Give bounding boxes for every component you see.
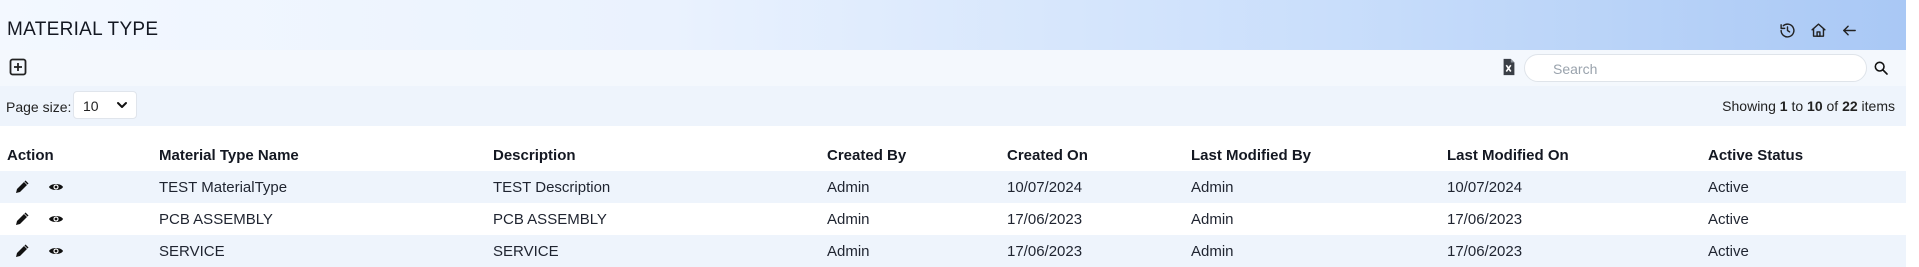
cell-last-modified-by: Admin bbox=[1191, 243, 1234, 260]
view-icon[interactable] bbox=[48, 243, 66, 261]
cell-last-modified-by: Admin bbox=[1191, 211, 1234, 228]
cell-created-on: 17/06/2023 bbox=[1007, 243, 1083, 260]
showing-prefix: Showing bbox=[1722, 98, 1776, 114]
cell-description: PCB ASSEMBLY bbox=[493, 211, 607, 228]
cell-material-type-name: SERVICE bbox=[159, 243, 225, 260]
add-new-icon[interactable] bbox=[9, 58, 27, 76]
page-header: MATERIAL TYPE bbox=[0, 0, 1906, 50]
cell-last-modified-on: 17/06/2023 bbox=[1447, 211, 1523, 228]
table-row: PCB ASSEMBLY PCB ASSEMBLY Admin 17/06/20… bbox=[0, 203, 1906, 235]
pager-bar: Page size: 10 Showing 1 to 10 of 22 item… bbox=[0, 86, 1906, 126]
page-size-value: 10 bbox=[83, 98, 99, 114]
cell-created-on: 10/07/2024 bbox=[1007, 179, 1083, 196]
search-input[interactable] bbox=[1551, 55, 1855, 83]
col-header-action: Action bbox=[7, 147, 54, 164]
cell-created-by: Admin bbox=[827, 179, 870, 196]
cell-active-status: Active bbox=[1708, 243, 1749, 260]
cell-last-modified-by: Admin bbox=[1191, 179, 1234, 196]
material-type-table: Action Material Type Name Description Cr… bbox=[0, 139, 1906, 267]
cell-description: TEST Description bbox=[493, 179, 611, 196]
table-row: SERVICE SERVICE Admin 17/06/2023 Admin 1… bbox=[0, 235, 1906, 267]
cell-description: SERVICE bbox=[493, 243, 559, 260]
cell-material-type-name: PCB ASSEMBLY bbox=[159, 211, 273, 228]
search-field bbox=[1524, 54, 1867, 83]
view-icon[interactable] bbox=[48, 179, 66, 197]
col-header-last-modified-on[interactable]: Last Modified On bbox=[1447, 147, 1569, 164]
cell-created-by: Admin bbox=[827, 211, 870, 228]
page-size-label: Page size: bbox=[6, 99, 72, 115]
cell-active-status: Active bbox=[1708, 211, 1749, 228]
chevron-down-icon bbox=[117, 102, 127, 108]
range-to: 10 bbox=[1807, 98, 1823, 114]
col-header-created-by[interactable]: Created By bbox=[827, 147, 906, 164]
edit-icon[interactable] bbox=[14, 211, 32, 229]
page-title: MATERIAL TYPE bbox=[7, 19, 159, 40]
cell-material-type-name: TEST MaterialType bbox=[159, 179, 288, 196]
table-header: Action Material Type Name Description Cr… bbox=[0, 139, 1906, 171]
cell-last-modified-on: 10/07/2024 bbox=[1447, 179, 1523, 196]
history-icon[interactable] bbox=[1777, 20, 1797, 40]
cell-active-status: Active bbox=[1708, 179, 1749, 196]
range-from: 1 bbox=[1779, 98, 1788, 114]
to-word: to bbox=[1791, 98, 1804, 114]
col-header-last-modified-by[interactable]: Last Modified By bbox=[1191, 147, 1311, 164]
of-word: of bbox=[1826, 98, 1839, 114]
cell-last-modified-on: 17/06/2023 bbox=[1447, 243, 1523, 260]
toolbar bbox=[0, 50, 1906, 86]
col-header-created-on[interactable]: Created On bbox=[1007, 147, 1088, 164]
total-count: 22 bbox=[1842, 98, 1858, 114]
table-row: TEST MaterialType TEST Description Admin… bbox=[0, 171, 1906, 203]
edit-icon[interactable] bbox=[14, 179, 32, 197]
cell-created-by: Admin bbox=[827, 243, 870, 260]
page-size-select[interactable]: 10 bbox=[73, 91, 137, 119]
view-icon[interactable] bbox=[48, 211, 66, 229]
col-header-active-status[interactable]: Active Status bbox=[1708, 147, 1803, 164]
items-count: Showing 1 to 10 of 22 items bbox=[1722, 98, 1895, 114]
col-header-material-type-name[interactable]: Material Type Name bbox=[159, 147, 299, 164]
back-arrow-icon[interactable] bbox=[1839, 20, 1859, 40]
cell-created-on: 17/06/2023 bbox=[1007, 211, 1083, 228]
items-word: items bbox=[1861, 98, 1895, 114]
home-icon[interactable] bbox=[1808, 20, 1828, 40]
edit-icon[interactable] bbox=[14, 243, 32, 261]
export-excel-icon[interactable] bbox=[1500, 58, 1520, 78]
col-header-description[interactable]: Description bbox=[493, 147, 576, 164]
search-icon[interactable] bbox=[1873, 60, 1891, 78]
